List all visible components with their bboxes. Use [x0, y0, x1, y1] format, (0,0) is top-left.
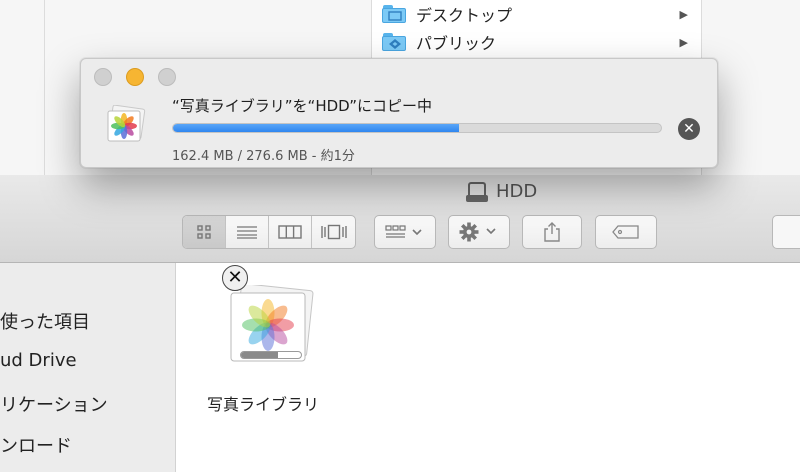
list-view-icon — [237, 226, 258, 239]
icon-view-icon — [197, 225, 211, 239]
tag-button[interactable] — [595, 215, 657, 249]
share-icon — [544, 222, 560, 242]
public-folder-icon — [382, 33, 406, 51]
arrange-button[interactable] — [374, 215, 436, 249]
sidebar-item-icloud-drive[interactable]: ud Drive — [0, 350, 77, 371]
copy-status-text: 162.4 MB / 276.6 MB - 約1分 — [172, 149, 355, 164]
zoom-window-button[interactable] — [158, 68, 176, 86]
gear-icon — [459, 222, 496, 242]
folder-row-label: パブリック — [416, 34, 497, 53]
copy-dialog-title: “写真ライブラリ”を“HDD”にコピー中 — [172, 97, 433, 115]
cover-flow-view-button[interactable] — [312, 216, 355, 248]
copy-progress-dialog: “写真ライブラリ”を“HDD”にコピー中 ✕ 162.4 MB / 276.6 … — [80, 58, 718, 168]
file-copy-progress-fill — [241, 352, 279, 358]
column-view-icon — [278, 225, 302, 239]
view-mode-segmented-control — [182, 215, 356, 249]
file-copy-progress-bar — [240, 351, 302, 359]
finder-window: HDD 使った項目 ud Drive リケーション ンロード — [0, 175, 800, 472]
chevron-right-icon: ▶ — [679, 7, 688, 21]
cover-flow-view-icon — [320, 224, 347, 240]
finder-sidebar: 使った項目 ud Drive リケーション ンロード — [0, 263, 176, 472]
chevron-right-icon: ▶ — [679, 35, 688, 49]
desktop-folder-icon — [382, 5, 406, 23]
share-button[interactable] — [522, 215, 582, 249]
folder-row-desktop[interactable]: デスクトップ ▶ — [382, 1, 702, 27]
icon-view-button[interactable] — [183, 216, 227, 248]
sidebar-item-applications[interactable]: リケーション — [0, 391, 108, 417]
copy-progress-fill — [173, 124, 460, 132]
tag-icon — [612, 225, 639, 239]
finder-titlebar: HDD — [0, 175, 800, 263]
folder-row-public[interactable]: パブリック ▶ — [382, 29, 702, 55]
list-view-button[interactable] — [226, 216, 270, 248]
window-title: HDD — [466, 181, 537, 202]
column-divider[interactable] — [44, 0, 45, 175]
search-field[interactable] — [772, 215, 800, 249]
external-drive-icon — [466, 181, 488, 202]
copy-progress-bar — [172, 123, 662, 133]
folder-row-label: デスクトップ — [416, 6, 513, 25]
arrange-grid-icon — [385, 225, 422, 238]
sidebar-item-recents[interactable]: 使った項目 — [0, 308, 90, 334]
minimize-window-button[interactable] — [126, 68, 144, 86]
window-title-label: HDD — [496, 181, 538, 202]
action-button[interactable] — [448, 215, 510, 249]
stop-circle-x-icon[interactable]: ✕ — [678, 118, 700, 140]
photos-library-icon — [105, 104, 147, 145]
column-view-button[interactable] — [269, 216, 313, 248]
cancel-copy-button[interactable]: ✕ — [222, 265, 248, 291]
file-item-label: 写真ライブラリ — [207, 395, 320, 414]
sidebar-item-downloads[interactable]: ンロード — [0, 432, 72, 458]
close-window-button[interactable] — [94, 68, 112, 86]
